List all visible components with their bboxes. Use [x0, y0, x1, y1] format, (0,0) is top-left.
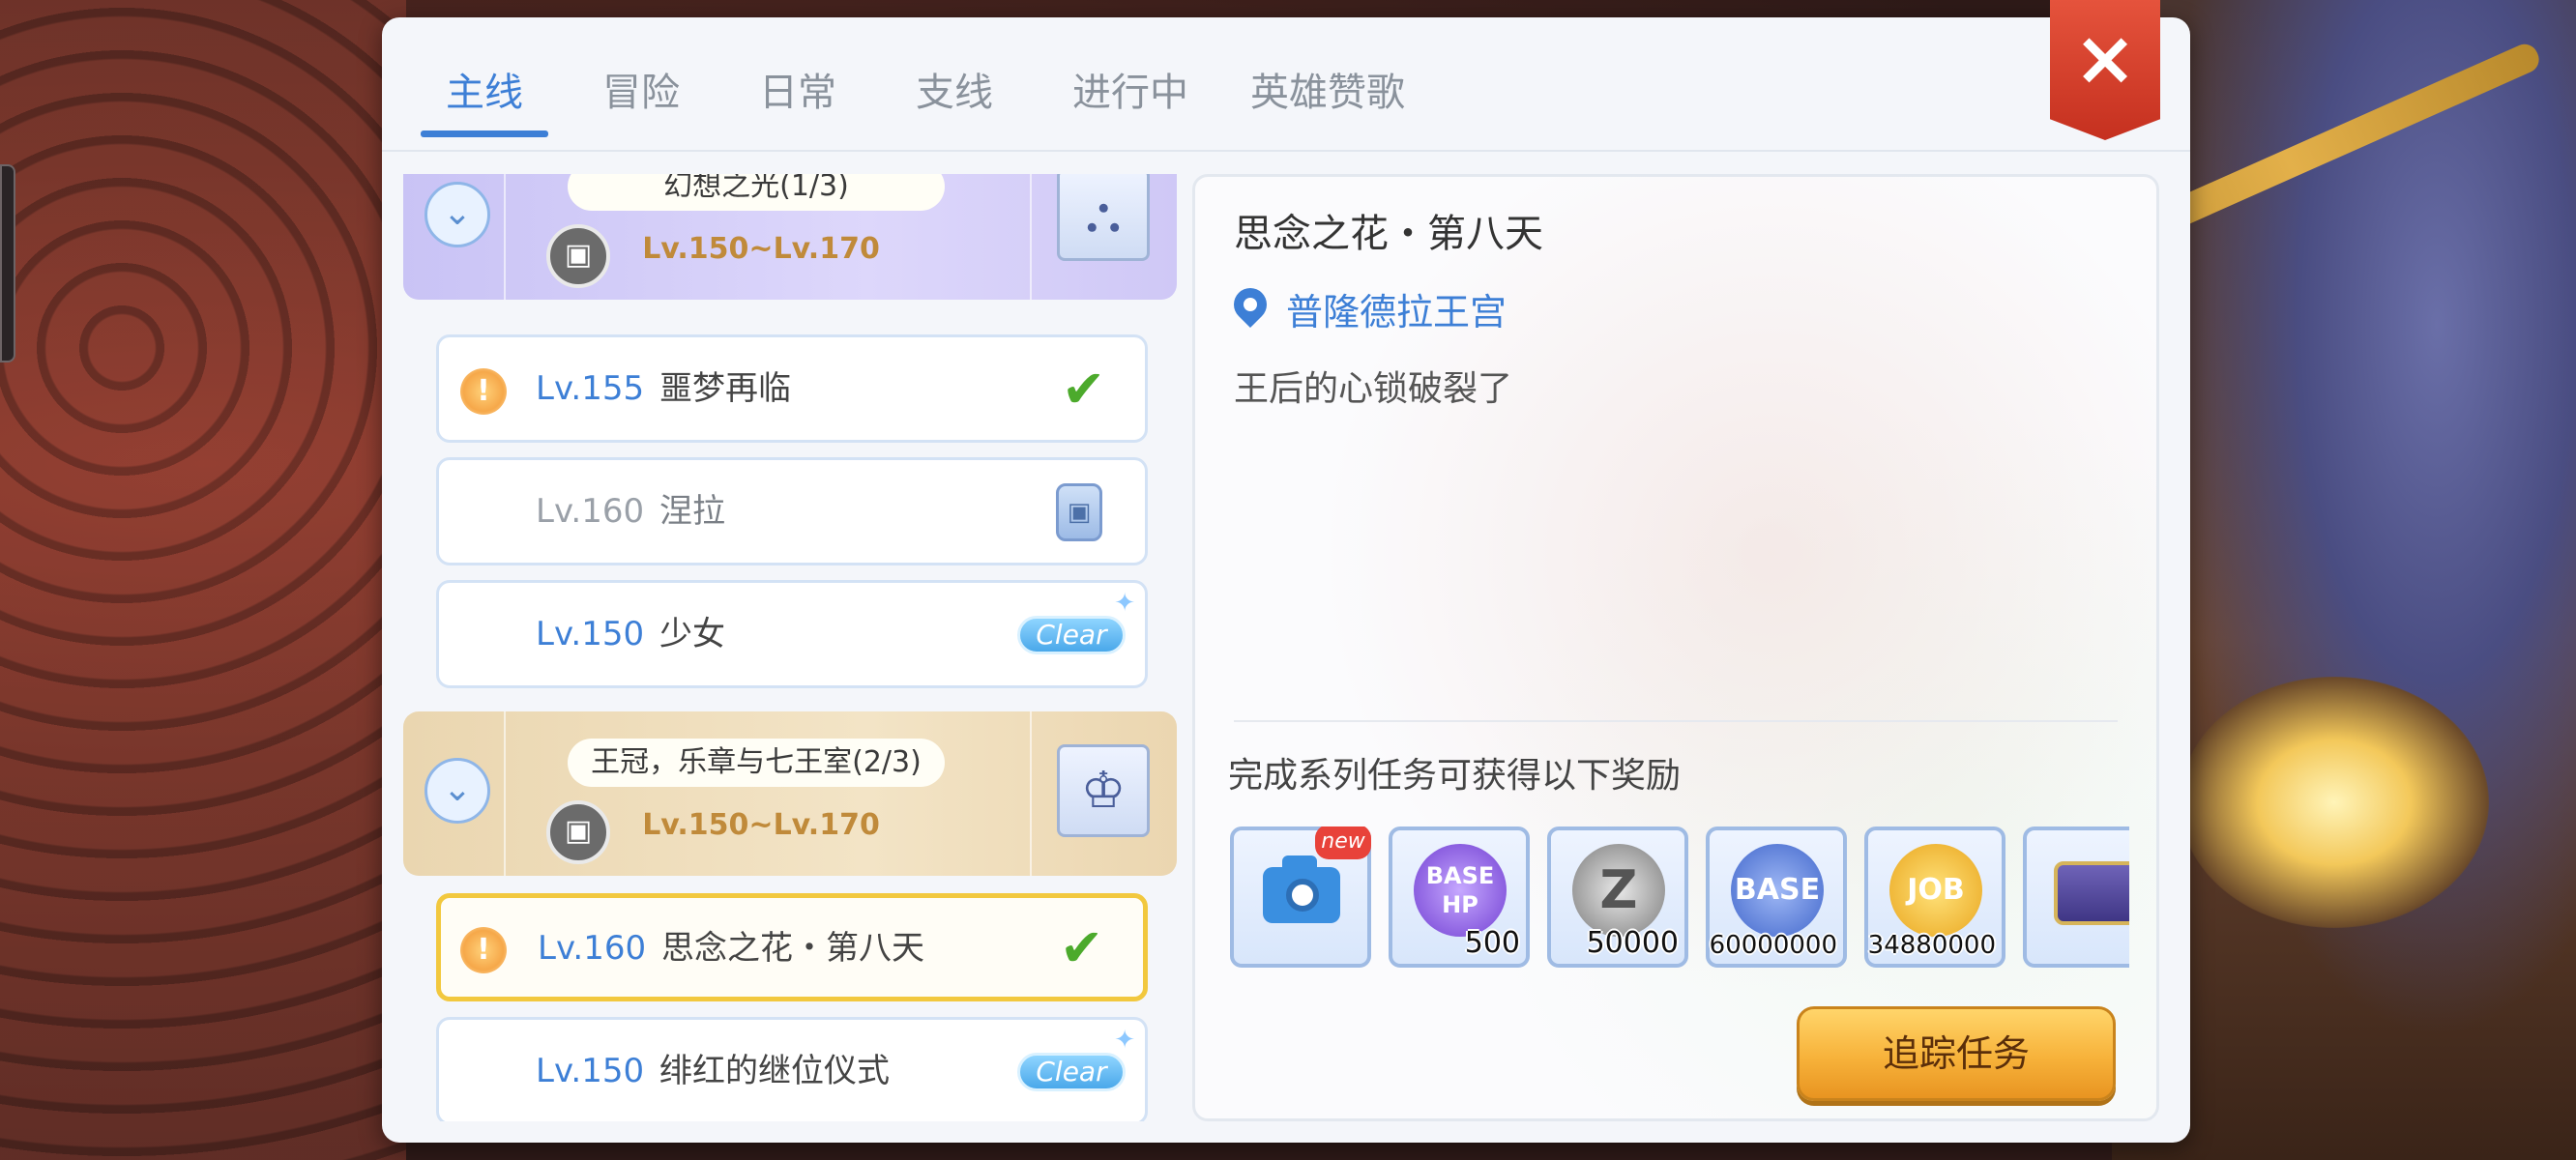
quest-panel: 主线 冒险 日常 支线 进行中 英雄赞歌 × ⌄ 幻想之光(1/3) ▣ Lv.… [382, 0, 2190, 1143]
reward-item[interactable]: new [1230, 826, 1371, 968]
divider [1234, 720, 2118, 722]
divider [504, 174, 506, 300]
tab-divider [382, 150, 2190, 152]
chapter-title: 王冠，乐章与七王室(2/3) [568, 739, 945, 787]
reward-quantity: 34880000 [1867, 931, 1996, 960]
quest-item-selected[interactable]: ! Lv.160 思念之花・第八天 ✔ [436, 893, 1148, 1001]
treasure-chest-icon [2048, 844, 2129, 937]
clear-badge: Clear [1017, 616, 1126, 654]
quest-level: Lv.155 [536, 369, 645, 408]
background-lamp [2180, 677, 2489, 928]
reward-item[interactable]: BASE 60000000 [1706, 826, 1847, 968]
quest-name: 绯红的继位仪式 [659, 1052, 890, 1090]
quest-level: Lv.150 [536, 615, 645, 653]
quest-list[interactable]: ⌄ 幻想之光(1/3) ▣ Lv.150~Lv.170 ⛬ ! Lv.155 噩… [403, 174, 1177, 1121]
quest-level: Lv.160 [538, 929, 647, 968]
reward-item[interactable]: JOB 34880000 [1864, 826, 2005, 968]
tab-in-progress[interactable]: 进行中 [1047, 44, 1214, 141]
tab-side[interactable]: 支线 [891, 44, 1018, 141]
base-exp-icon: BASE [1731, 844, 1824, 937]
chapter-level-range: Lv.150~Lv.170 [642, 808, 880, 842]
clear-badge: Clear [1017, 1053, 1126, 1091]
reward-quantity: 500 [1464, 926, 1520, 960]
royal-portrait-icon: ♔ [1057, 744, 1150, 837]
lock-icon: ▣ [1056, 483, 1102, 541]
track-quest-button[interactable]: 追踪任务 [1797, 1006, 2116, 1101]
quest-detail-title: 思念之花・第八天 [1234, 212, 1543, 256]
quest-item[interactable]: ! Lv.155 噩梦再临 ✔ [436, 334, 1148, 443]
chevron-down-icon[interactable]: ⌄ [424, 182, 490, 247]
quest-name: 涅拉 [659, 492, 725, 531]
tab-hero-ode[interactable]: 英雄赞歌 [1243, 44, 1413, 141]
chapter-level-range: Lv.150~Lv.170 [642, 232, 880, 266]
checkmark-icon: ✔ [1060, 917, 1104, 978]
alert-icon: ! [460, 927, 507, 973]
sparkle-icon: ✦ [1114, 589, 1135, 618]
chapter-title: 幻想之光(1/3) [568, 174, 945, 211]
zeny-icon: Z [1572, 844, 1665, 937]
reward-item[interactable]: Z 50000 [1547, 826, 1688, 968]
job-exp-icon: JOB [1889, 844, 1982, 937]
base-hp-icon: BASE HP [1414, 844, 1507, 937]
reward-quantity: 60000000 [1709, 931, 1837, 960]
location-pin-icon [1234, 288, 1267, 329]
tab-daily[interactable]: 日常 [734, 44, 862, 141]
divider [1030, 711, 1032, 876]
sparkle-icon: ✦ [1114, 1026, 1135, 1055]
reward-item[interactable]: BASE HP 500 [1389, 826, 1530, 968]
chevron-down-icon[interactable]: ⌄ [424, 758, 490, 824]
gallery-icon[interactable]: ▣ [546, 800, 610, 864]
quest-item[interactable]: Lv.150 绯红的继位仪式 ✦ Clear [436, 1017, 1148, 1121]
wizard-portrait-icon: ⛬ [1057, 174, 1150, 261]
gallery-icon[interactable]: ▣ [546, 224, 610, 288]
quest-item[interactable]: Lv.160 涅拉 ▣ [436, 457, 1148, 566]
quest-location[interactable]: 普隆德拉王宫 [1234, 279, 1507, 337]
reward-item[interactable] [2023, 826, 2129, 968]
tab-bar: 主线 冒险 日常 支线 进行中 英雄赞歌 [421, 44, 1413, 141]
quest-detail: 思念之花・第八天 普隆德拉王宫 王后的心锁破裂了 完成系列任务可获得以下奖励 n… [1192, 174, 2159, 1121]
alert-icon: ! [460, 368, 507, 415]
side-handle[interactable] [0, 164, 15, 362]
quest-description: 王后的心锁破裂了 [1234, 369, 1513, 409]
close-button[interactable]: × [2050, 0, 2160, 140]
quest-name: 少女 [659, 615, 725, 653]
tab-adventure[interactable]: 冒险 [577, 44, 705, 141]
quest-item[interactable]: Lv.150 少女 ✦ Clear [436, 580, 1148, 688]
tab-main[interactable]: 主线 [421, 44, 548, 141]
close-icon: × [2073, 14, 2137, 102]
new-badge: new [1315, 826, 1371, 859]
divider [1030, 174, 1032, 300]
background-roof-left [0, 0, 406, 1160]
chapter-header[interactable]: ⌄ 王冠，乐章与七王室(2/3) ▣ Lv.150~Lv.170 ♔ [403, 711, 1177, 876]
quest-level: Lv.160 [536, 492, 645, 531]
reward-label: 完成系列任务可获得以下奖励 [1228, 756, 1682, 796]
quest-name: 思念之花・第八天 [661, 929, 924, 968]
divider [504, 711, 506, 876]
chapter-header[interactable]: ⌄ 幻想之光(1/3) ▣ Lv.150~Lv.170 ⛬ [403, 174, 1177, 300]
reward-list[interactable]: new BASE HP 500 Z 50000 BASE 60000000 JO… [1230, 826, 2129, 972]
reward-quantity: 50000 [1586, 926, 1679, 960]
location-link[interactable]: 普隆德拉王宫 [1286, 282, 1507, 335]
quest-level: Lv.150 [536, 1052, 645, 1090]
quest-name: 噩梦再临 [659, 369, 791, 408]
checkmark-icon: ✔ [1062, 359, 1106, 420]
